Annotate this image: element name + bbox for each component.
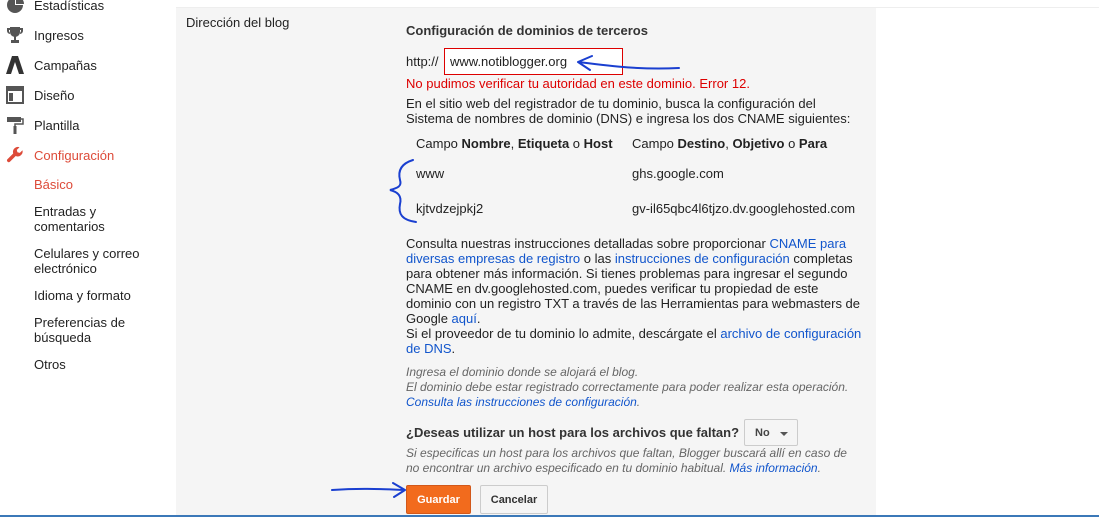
cname-link[interactable]: CNAME para	[769, 236, 846, 251]
paint-roller-icon	[5, 115, 25, 135]
sidebar-item-label: Ingresos	[34, 27, 84, 43]
config-instructions-link[interactable]: instrucciones de configuración	[615, 251, 790, 266]
sidebar-subitem-basico[interactable]: Básico	[34, 177, 164, 192]
hint-text: Ingresa el dominio donde se alojará el b…	[406, 365, 639, 379]
header-bold: Host	[583, 136, 613, 151]
hint-text: Si especificas un host para los archivos…	[406, 446, 847, 460]
blog-address-label: Dirección del blog	[186, 15, 290, 30]
info-text: CNAME en dv.googlehosted.com, puedes ver…	[406, 281, 819, 296]
sidebar-item-label: Diseño	[34, 87, 75, 103]
more-info-link[interactable]: Más información	[730, 461, 818, 475]
header-text: Campo	[632, 136, 678, 151]
trophy-icon	[5, 25, 25, 45]
save-button[interactable]: Guardar	[406, 485, 471, 514]
column-header-name: Campo Nombre, Etiqueta o Host	[416, 136, 613, 151]
dns-config-file-link[interactable]: archivo de configuración	[720, 326, 861, 341]
stats-icon	[5, 0, 25, 15]
domain-input[interactable]	[444, 48, 623, 75]
sidebar: Estadísticas Ingresos Campañas Diseño Pl…	[0, 0, 176, 517]
sidebar-item-label: Estadísticas	[34, 0, 105, 13]
sidebar-subitem-preferencias[interactable]: Preferencias de búsqueda	[34, 315, 164, 345]
info-text: completas	[789, 251, 853, 266]
info-text: Consulta nuestras instrucciones detallad…	[406, 236, 770, 251]
header-text: Campo	[416, 136, 462, 151]
domain-hint: Ingresa el dominio donde se alojará el b…	[406, 365, 866, 410]
sidebar-subitem-idioma[interactable]: Idioma y formato	[34, 288, 164, 303]
header-text: o	[569, 136, 584, 151]
hint-text: .	[636, 395, 641, 409]
sidebar-item-label: Configuración	[34, 147, 115, 163]
info-text: dominio con un registro TXT a través de …	[406, 296, 861, 311]
cname-name-cell: www	[416, 166, 445, 181]
header-bold: Para	[798, 136, 828, 151]
sidebar-item-label: Campañas	[34, 57, 97, 73]
sidebar-subitem-entradas[interactable]: Entradas y comentarios	[34, 204, 164, 234]
sidebar-item-label: Plantilla	[34, 117, 80, 133]
info-text: Google	[406, 311, 452, 326]
missing-files-select[interactable]: No	[744, 419, 798, 446]
section-title: Configuración de dominios de terceros	[406, 23, 648, 38]
info-text: Si el proveedor de tu dominio lo admite,…	[406, 326, 721, 341]
header-bold: Destino	[677, 136, 726, 151]
dns-intro-line: Sistema de nombres de dominio (DNS) e in…	[406, 111, 851, 126]
setup-instructions-link[interactable]: Consulta las instrucciones de configurac…	[406, 395, 637, 409]
info-paragraph: Consulta nuestras instrucciones detallad…	[406, 236, 866, 356]
cancel-button[interactable]: Cancelar	[480, 485, 548, 514]
wrench-icon	[5, 145, 25, 165]
dns-intro-line: En el sitio web del registrador de tu do…	[406, 96, 816, 111]
http-prefix: http://	[406, 54, 439, 69]
hint-text: El dominio debe estar registrado correct…	[406, 380, 849, 394]
column-header-target: Campo Destino, Objetivo o Para	[632, 136, 827, 151]
registrars-link[interactable]: diversas empresas de registro	[406, 251, 580, 266]
top-border	[176, 0, 1099, 8]
error-message: No pudimos verificar tu autoridad en est…	[406, 76, 750, 91]
header-bold: Etiqueta	[517, 136, 570, 151]
missing-files-question: ¿Deseas utilizar un host para los archiv…	[406, 425, 740, 440]
chevron-down-icon	[780, 432, 788, 436]
info-text: o las	[580, 251, 615, 266]
info-text: para obtener más información. Si tienes …	[406, 266, 848, 281]
header-text: ,	[510, 136, 518, 151]
cname-name-cell: kjtvdzejpkj2	[416, 201, 484, 216]
info-text: .	[476, 311, 481, 326]
hint-text: no encontrar un archivo especificado en …	[406, 461, 730, 475]
cname-target-cell: gv-il65qbc4l6tjzo.dv.googlehosted.com	[632, 201, 856, 216]
info-text: .	[451, 341, 456, 356]
dns-config-file-link[interactable]: de DNS	[406, 341, 452, 356]
select-value: No	[755, 426, 770, 439]
header-text: o	[784, 136, 799, 151]
hint-text: .	[817, 461, 821, 475]
sidebar-subitem-celulares[interactable]: Celulares y correo electrónico	[34, 246, 164, 276]
here-link[interactable]: aquí	[452, 311, 477, 326]
sidebar-subitem-otros[interactable]: Otros	[34, 357, 164, 372]
adwords-icon	[5, 55, 25, 75]
header-bold: Nombre	[461, 136, 511, 151]
layout-icon	[5, 85, 25, 105]
header-bold: Objetivo	[732, 136, 785, 151]
dns-intro: En el sitio web del registrador de tu do…	[406, 96, 866, 126]
missing-files-hint: Si especificas un host para los archivos…	[406, 446, 866, 476]
cname-target-cell: ghs.google.com	[632, 166, 724, 181]
